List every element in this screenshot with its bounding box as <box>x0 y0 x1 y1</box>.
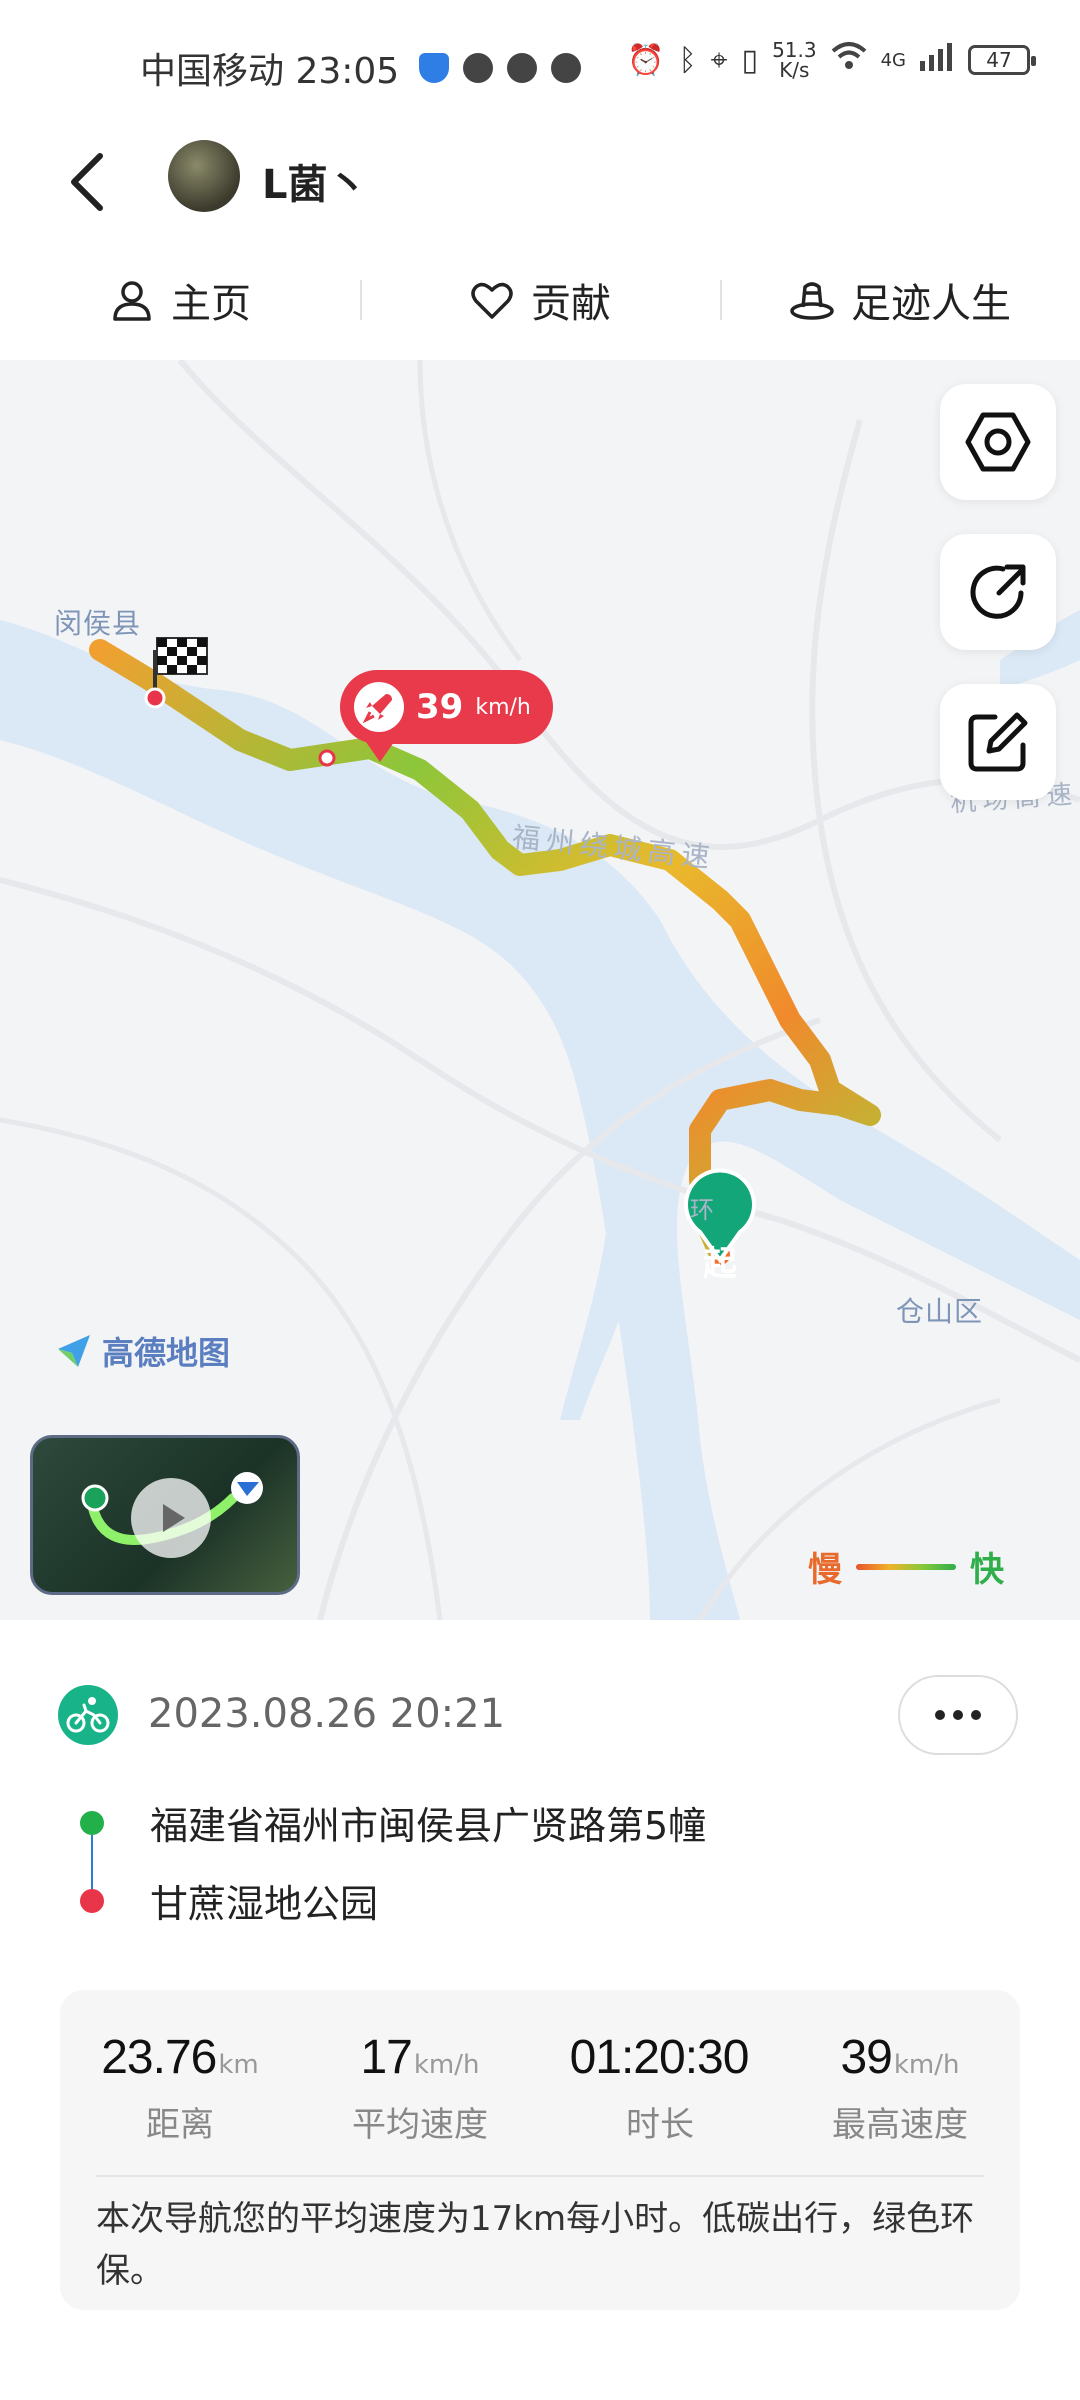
signal-icon <box>920 41 954 79</box>
map-canvas <box>0 360 1080 1620</box>
battery-icon: 47 <box>968 45 1036 75</box>
profile-header: L菌丶 <box>0 130 1080 230</box>
heart-icon <box>471 282 513 319</box>
status-left: 中国移动 23:05 <box>140 42 582 94</box>
vibrate-icon: ▯ <box>741 42 759 78</box>
max-speed-value: 39 <box>416 687 464 727</box>
stat-distance: 23.76km 距离 <box>101 2031 259 2145</box>
amap-arrow-icon <box>58 1335 90 1367</box>
status-bar: 中国移动 23:05 ⏰ ᛒ ⌖ ▯ 51.3 K/s 4G 47 <box>0 0 1080 130</box>
map-share-button[interactable] <box>940 534 1056 650</box>
map-label-minhou: 闵侯县 <box>54 607 142 640</box>
route-replay-thumbnail[interactable] <box>30 1435 300 1595</box>
qq-icon <box>463 53 494 83</box>
carrier-time: 中国移动 23:05 <box>140 51 400 92</box>
person-icon <box>113 281 151 321</box>
end-address-row: 甘蔗湿地公园 <box>80 1873 378 1928</box>
network-type: 4G <box>880 49 906 71</box>
play-icon[interactable] <box>131 1478 211 1558</box>
route-map[interactable]: 闵侯县 仓山区 福州绕城高速 机场高速 环 起 39 km/h 高德地图 慢 <box>0 360 1080 1620</box>
legend-fast: 快 <box>970 1550 1004 1590</box>
start-dot-icon <box>80 1810 104 1835</box>
start-address-row: 福建省福州市闽侯县广贤路第5幢 <box>80 1795 706 1850</box>
map-label-huan: 环 <box>690 1196 720 1224</box>
shield-icon <box>419 53 450 83</box>
rocket-icon <box>354 682 404 732</box>
map-label-cangshan: 仓山区 <box>896 1295 984 1328</box>
username: L菌丶 <box>262 162 368 208</box>
footprint-icon <box>790 282 834 320</box>
trip-stats-panel: 23.76km 距离 17km/h 平均速度 01:20:30 时长 39km/… <box>60 1990 1020 2310</box>
stats-row: 23.76km 距离 17km/h 平均速度 01:20:30 时长 39km/… <box>60 2030 1020 2146</box>
stat-duration: 01:20:30 时长 <box>569 2031 750 2145</box>
start-marker-label: 起 <box>703 1244 737 1284</box>
start-address: 福建省福州市闽侯县广贤路第5幢 <box>150 1804 707 1848</box>
bluetooth-icon: ᛒ <box>678 42 697 78</box>
tab-label: 主页 <box>171 281 251 327</box>
stats-divider <box>96 2175 984 2177</box>
wifi-icon <box>831 41 867 79</box>
tab-footprint[interactable]: 足迹人生 <box>720 250 1080 350</box>
more-options-button[interactable] <box>898 1675 1018 1755</box>
tab-label: 贡献 <box>531 281 611 327</box>
location-icon: ⌖ <box>710 42 728 78</box>
profile-tabs: 主页 贡献 足迹人生 <box>0 250 1080 350</box>
map-edit-button[interactable] <box>940 684 1056 800</box>
bicycle-icon <box>58 1685 118 1745</box>
stat-avg-speed: 17km/h 平均速度 <box>352 2031 488 2145</box>
ellipsis-icon <box>935 1710 945 1720</box>
voice-icon <box>551 53 582 83</box>
tab-contribution[interactable]: 贡献 <box>360 250 720 350</box>
share-icon <box>970 564 1026 619</box>
legend-gradient-bar <box>856 1563 956 1570</box>
amap-logo: 高德地图 <box>54 1328 230 1374</box>
hexagon-settings-icon <box>965 412 1031 472</box>
back-button[interactable] <box>60 142 120 222</box>
end-dot-icon <box>80 1888 104 1913</box>
trip-summary: 本次导航您的平均速度为17km每小时。低碳出行，绿色环保。 <box>96 2199 975 2291</box>
legend-slow: 慢 <box>808 1550 842 1590</box>
wechat-icon <box>507 53 538 83</box>
status-right: ⏰ ᛒ ⌖ ▯ 51.3 K/s 4G 47 <box>627 38 1036 82</box>
stat-max-speed: 39km/h 最高速度 <box>832 2031 968 2145</box>
max-speed-bubble: 39 km/h <box>340 670 553 762</box>
tab-home[interactable]: 主页 <box>0 250 360 350</box>
avatar[interactable] <box>168 140 240 212</box>
end-address: 甘蔗湿地公园 <box>150 1882 379 1926</box>
speed-legend: 慢 快 <box>808 1542 1004 1591</box>
network-speed: 51.3 K/s <box>772 38 817 82</box>
trip-datetime: 2023.08.26 20:21 <box>148 1691 506 1737</box>
tab-label: 足迹人生 <box>851 281 1011 327</box>
max-speed-unit: km/h <box>475 694 531 720</box>
alarm-icon: ⏰ <box>627 42 665 78</box>
map-settings-button[interactable] <box>940 384 1056 500</box>
edit-icon <box>968 712 1028 772</box>
trip-detail-card: 2023.08.26 20:21 福建省福州市闽侯县广贤路第5幢 甘蔗湿地公园 … <box>0 1625 1080 2400</box>
chevron-left-icon <box>71 153 103 211</box>
